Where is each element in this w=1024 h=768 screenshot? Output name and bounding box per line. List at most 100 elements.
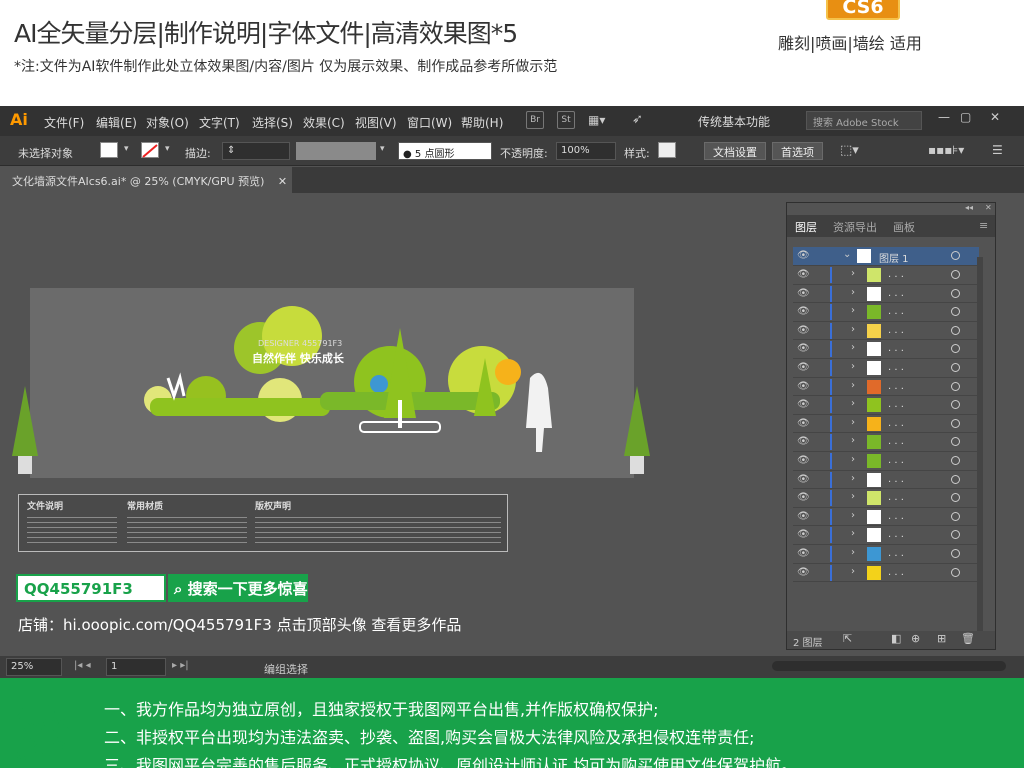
target-icon[interactable] <box>951 363 960 372</box>
menu-file[interactable]: 文件(F) <box>44 114 84 131</box>
target-icon[interactable] <box>951 270 960 279</box>
delete-layer-icon[interactable]: 🗑 <box>961 632 975 645</box>
sublayer-row[interactable]: 👁 › . . . <box>793 359 979 378</box>
next-page-icon[interactable]: ▸ ▸| <box>172 660 189 671</box>
target-icon[interactable] <box>951 530 960 540</box>
sublayer-name[interactable]: . . . <box>888 362 904 373</box>
eye-icon[interactable]: 👁 <box>797 529 810 540</box>
sublayer-name[interactable]: . . . <box>888 288 904 299</box>
sublayer-name[interactable]: . . . <box>888 436 904 447</box>
chevron-down-icon[interactable]: ▾ <box>124 144 129 154</box>
chevron-right-icon[interactable]: › <box>851 417 855 428</box>
target-icon[interactable] <box>951 325 960 335</box>
chevron-down-icon[interactable]: ⌄ <box>843 249 851 260</box>
menu-edit[interactable]: 编辑(E) <box>96 114 137 131</box>
artboard[interactable]: DESIGNER 455791F3 自然作伴 快乐成长 <box>30 288 634 478</box>
chevron-right-icon[interactable]: › <box>851 528 855 539</box>
eye-icon[interactable]: 👁 <box>797 492 810 503</box>
promo-search-button[interactable]: ⌕ 搜索一下更多惊喜 <box>168 574 308 602</box>
eye-icon[interactable]: 👁 <box>797 269 810 280</box>
menu-object[interactable]: 对象(O) <box>146 114 189 131</box>
close-panel-icon[interactable]: ✕ <box>985 203 992 212</box>
chevron-right-icon[interactable]: › <box>851 305 855 316</box>
export-icon[interactable]: ⇱ <box>843 632 852 645</box>
menu-window[interactable]: 窗口(W) <box>407 114 452 131</box>
transform-icon[interactable]: ⊧▾ <box>952 143 964 157</box>
eye-icon[interactable]: 👁 <box>797 567 810 578</box>
new-sublayer-icon[interactable]: ⊕ <box>911 632 920 645</box>
bridge-button[interactable]: Br <box>526 111 544 129</box>
sublayer-row[interactable]: 👁 › . . . <box>793 545 979 564</box>
sublayer-row[interactable]: 👁 › . . . <box>793 340 979 359</box>
sublayer-row[interactable]: 👁 › . . . <box>793 396 979 415</box>
eye-icon[interactable]: 👁 <box>797 325 810 336</box>
sublayer-name[interactable]: . . . <box>888 343 904 354</box>
target-icon[interactable] <box>951 251 960 260</box>
style-swatch[interactable] <box>658 142 676 158</box>
select-similar-icon[interactable]: ⬚▾ <box>840 143 859 158</box>
document-setup-button[interactable]: 文档设置 <box>704 142 766 160</box>
chevron-right-icon[interactable]: › <box>851 361 855 372</box>
target-icon[interactable] <box>951 418 960 428</box>
maximize-icon[interactable]: ▢ <box>960 110 971 124</box>
chevron-right-icon[interactable]: › <box>851 287 855 298</box>
eye-icon[interactable]: 👁 <box>797 250 810 261</box>
chevron-right-icon[interactable]: › <box>851 380 855 391</box>
target-icon[interactable] <box>951 400 960 410</box>
eye-icon[interactable]: 👁 <box>797 511 810 522</box>
sublayer-name[interactable]: . . . <box>888 381 904 392</box>
page-field[interactable]: 1 <box>106 658 166 676</box>
shop-link[interactable]: 店铺：hi.ooopic.com/QQ455791F3 点击顶部头像 查看更多作… <box>18 614 461 635</box>
sublayer-row[interactable]: 👁 › . . . <box>793 471 979 490</box>
sublayer-row[interactable]: 👁 › . . . <box>793 452 979 471</box>
menu-effect[interactable]: 效果(C) <box>303 114 345 131</box>
chevron-right-icon[interactable]: › <box>851 454 855 465</box>
close-icon[interactable]: ✕ <box>990 110 1000 124</box>
chevron-right-icon[interactable]: › <box>851 342 855 353</box>
panel-menu-icon[interactable]: ☰ <box>992 143 1003 157</box>
eye-icon[interactable]: 👁 <box>797 474 810 485</box>
target-icon[interactable] <box>951 474 960 484</box>
preferences-button[interactable]: 首选项 <box>772 142 823 160</box>
sublayer-name[interactable]: . . . <box>888 325 904 336</box>
sublayer-name[interactable]: . . . <box>888 306 904 317</box>
menu-type[interactable]: 文字(T) <box>199 114 240 131</box>
chevron-right-icon[interactable]: › <box>851 324 855 335</box>
promo-search-input[interactable]: QQ455791F3 <box>16 574 166 602</box>
sublayer-name[interactable]: . . . <box>888 474 904 485</box>
zoom-dropdown[interactable]: 25% <box>6 658 62 676</box>
eye-icon[interactable]: 👁 <box>797 306 810 317</box>
chevron-right-icon[interactable]: › <box>851 268 855 279</box>
eye-icon[interactable]: 👁 <box>797 288 810 299</box>
panel-menu-icon[interactable]: ≡ <box>979 219 988 232</box>
chevron-right-icon[interactable]: › <box>851 491 855 502</box>
sublayer-name[interactable]: . . . <box>888 399 904 410</box>
sublayer-name[interactable]: . . . <box>888 418 904 429</box>
target-icon[interactable] <box>951 511 960 521</box>
make-clipping-mask-icon[interactable]: ◧ <box>891 632 901 645</box>
horizontal-scrollbar[interactable] <box>772 661 1006 671</box>
target-icon[interactable] <box>951 288 960 298</box>
collapse-panel-icon[interactable]: ◂◂ <box>965 203 973 212</box>
sublayer-name[interactable]: . . . <box>888 529 904 540</box>
target-icon[interactable] <box>951 549 960 558</box>
opacity-field[interactable]: 100% <box>556 142 616 160</box>
sublayer-name[interactable]: . . . <box>888 455 904 466</box>
workspace-switcher[interactable]: 传统基本功能 <box>698 113 770 130</box>
eye-icon[interactable]: 👁 <box>797 343 810 354</box>
sublayer-row[interactable]: 👁 › . . . <box>793 489 979 508</box>
eye-icon[interactable]: 👁 <box>797 418 810 429</box>
eye-icon[interactable]: 👁 <box>797 399 810 410</box>
first-page-icon[interactable]: |◂ ◂ <box>74 660 91 671</box>
gpu-rocket-icon[interactable]: ➶ <box>632 112 643 127</box>
tab-artboards[interactable]: 画板 <box>893 219 915 235</box>
new-layer-icon[interactable]: ⊞ <box>937 632 946 645</box>
chevron-right-icon[interactable]: › <box>851 398 855 409</box>
stroke-swatch[interactable] <box>141 142 159 158</box>
layers-scrollbar[interactable] <box>977 257 983 637</box>
sublayer-row[interactable]: 👁 › . . . <box>793 564 979 583</box>
tab-asset-export[interactable]: 资源导出 <box>833 219 877 235</box>
sublayer-row[interactable]: 👁 › . . . <box>793 433 979 452</box>
arrange-icon[interactable]: ▦▾ <box>588 113 605 127</box>
chevron-right-icon[interactable]: › <box>851 473 855 484</box>
